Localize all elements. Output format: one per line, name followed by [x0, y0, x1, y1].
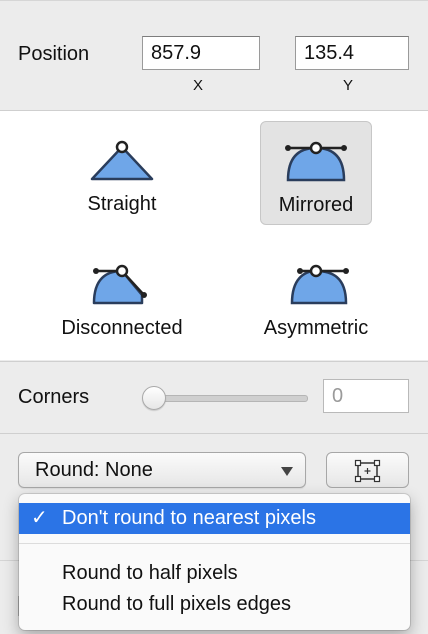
mode-straight-button[interactable]: Straight: [66, 121, 178, 225]
position-x-field[interactable]: 857.9: [142, 36, 260, 70]
straight-point-icon: [90, 140, 154, 181]
mode-asymmetric-button[interactable]: Asymmetric: [260, 245, 372, 349]
menu-item-round-full-pixels[interactable]: Round to full pixels edges: [19, 589, 410, 620]
pixel-grid-icon: [354, 459, 381, 483]
mode-disconnected-button[interactable]: Disconnected: [61, 245, 183, 349]
mode-asymmetric-label: Asymmetric: [263, 317, 369, 339]
menu-separator: [19, 543, 410, 544]
corners-slider-track[interactable]: [150, 395, 308, 402]
corners-slider-knob[interactable]: [142, 386, 166, 410]
menu-item-dont-round[interactable]: ✓ Don't round to nearest pixels: [19, 503, 410, 534]
menu-item-round-half-pixels[interactable]: Round to half pixels: [19, 558, 410, 589]
menu-item-label: Round to full pixels edges: [62, 593, 292, 615]
menu-item-label: Don't round to nearest pixels: [62, 507, 316, 529]
checkmark-icon: ✓: [31, 507, 48, 529]
top-divider: [0, 0, 428, 1]
curve-mode-section: Straight Mirrored Disconnected Asymmetri…: [0, 111, 428, 360]
pixel-align-button[interactable]: [326, 452, 409, 488]
y-axis-label: Y: [343, 77, 354, 94]
round-dropdown-value: Round: None: [35, 459, 153, 481]
inspector-panel: Position 857.9 135.4 X Y Straight Mirror…: [0, 0, 428, 634]
corners-label: Corners: [18, 386, 90, 408]
mode-mirrored-label: Mirrored: [278, 194, 354, 216]
x-axis-label: X: [193, 77, 204, 94]
dropdown-arrow-icon: [281, 467, 293, 476]
round-options-menu: ✓ Don't round to nearest pixels Round to…: [19, 494, 410, 630]
mode-straight-label: Straight: [87, 193, 157, 215]
position-y-field[interactable]: 135.4: [295, 36, 409, 70]
mirrored-point-icon: [285, 141, 347, 182]
mode-mirrored-button[interactable]: Mirrored: [260, 121, 372, 225]
asymmetric-point-icon: [290, 264, 349, 305]
corners-row: Corners 0: [0, 362, 428, 432]
divider: [0, 433, 428, 434]
mode-disconnected-label: Disconnected: [61, 317, 183, 339]
disconnected-point-icon: [92, 264, 147, 305]
position-label: Position: [18, 43, 90, 65]
corners-value-field[interactable]: 0: [323, 379, 409, 413]
round-dropdown[interactable]: Round: None: [18, 452, 306, 488]
menu-item-label: Round to half pixels: [62, 562, 238, 584]
